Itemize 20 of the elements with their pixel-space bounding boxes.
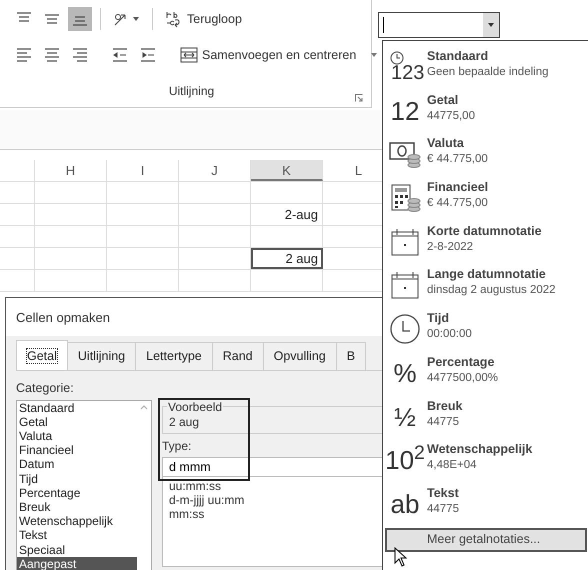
menu-item-example: dinsdag 2 augustus 2022 xyxy=(427,283,556,298)
menu-item-example: € 44.775,00 xyxy=(427,152,488,168)
menu-item-example: 4477500,00% xyxy=(427,370,498,386)
menu-item-example: 44775,00 xyxy=(427,108,475,124)
format-glyph-icon: ab xyxy=(390,488,420,519)
type-label: Type: xyxy=(162,438,192,452)
menu-item-example: 4,48E+04 xyxy=(427,458,478,474)
menu-item-example: 00:00:00 xyxy=(427,327,472,342)
menu-item-example: 2-8-2022 xyxy=(427,240,474,255)
format-glyph-icon: % xyxy=(393,358,417,388)
menu-item-example: € 44.775,00 xyxy=(427,196,488,212)
menu-item-example: Geen bepaalde indeling xyxy=(427,65,548,80)
category-label: Categorie: xyxy=(16,380,75,397)
menu-item-example: 44775 xyxy=(427,502,459,517)
format-glyph-icon: 12 xyxy=(390,96,420,126)
sample-value: 2 aug xyxy=(169,414,200,428)
dialog-title: Cellen opmaken xyxy=(16,310,110,325)
format-glyph-icon: ½ xyxy=(394,402,416,432)
menu-item-example: 44775 xyxy=(427,414,460,430)
group-label: Uitlijning xyxy=(168,84,214,98)
